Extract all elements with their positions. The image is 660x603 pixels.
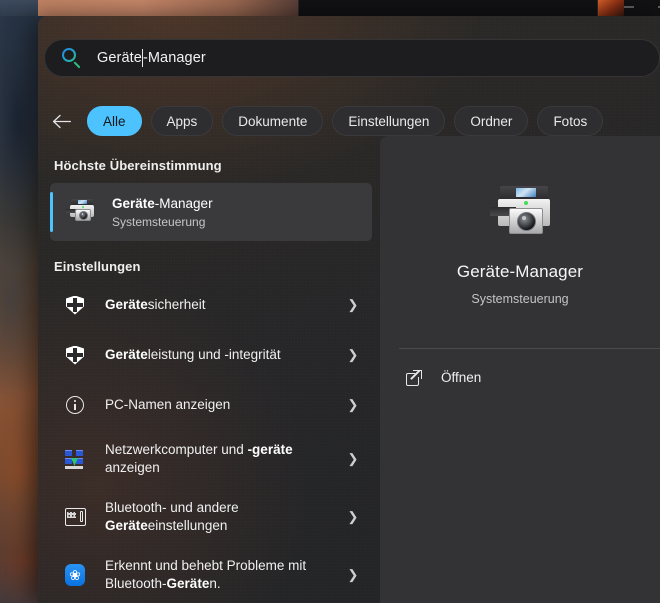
search-query-after-caret: -Manager <box>143 50 206 66</box>
windows-search-panel: Geräte -Manager Alle Apps Dokumente Eins… <box>38 16 660 603</box>
preview-subtitle: Systemsteuerung <box>380 292 660 306</box>
search-icon-handle <box>73 61 80 68</box>
open-button[interactable]: Öffnen <box>388 358 652 396</box>
preview-pane: Geräte-Manager Systemsteuerung Öffnen <box>380 136 660 603</box>
chevron-right-icon[interactable]: ❯ <box>346 509 360 525</box>
strip-dark-window <box>298 0 598 16</box>
bluetooth-devices-settings-icon <box>64 506 86 528</box>
search-box[interactable]: Geräte -Manager <box>44 39 660 77</box>
chevron-right-icon[interactable]: ❯ <box>346 451 360 467</box>
result-label-rest: sicherheit <box>148 297 206 312</box>
result-item-pc-namen-anzeigen[interactable]: PC-Namen anzeigen ❯ <box>50 380 372 430</box>
search-icon-glass <box>62 48 76 62</box>
shield-icon <box>64 344 86 366</box>
result-label-line1: Erkennt und behebt Probleme mit <box>105 558 306 573</box>
result-item-netzwerkcomputer[interactable]: Netzwerkcomputer und -geräte anzeigen ❯ <box>50 430 372 488</box>
open-button-label: Öffnen <box>441 370 481 385</box>
tab-apps[interactable]: Apps <box>151 106 214 136</box>
result-item-geraeteleistung[interactable]: Geräteleistung und -integrität ❯ <box>50 330 372 380</box>
result-label-line2-prefix: Bluetooth- <box>105 576 167 591</box>
chevron-right-icon[interactable]: ❯ <box>346 347 360 363</box>
result-item-bluetooth-troubleshooter[interactable]: ❀ Erkennt und behebt Probleme mit Blueto… <box>50 546 372 603</box>
strip-wallpaper-sliver <box>0 0 38 16</box>
result-label: Erkennt und behebt Probleme mit Bluetoot… <box>105 557 346 593</box>
result-label: Gerätesicherheit <box>105 296 346 314</box>
selection-accent-bar <box>50 192 53 232</box>
strip-fire-thumbnail <box>598 0 624 16</box>
result-item-bluetooth-geraeteeinstellungen[interactable]: Bluetooth- und andere Geräteeinstellunge… <box>50 488 372 546</box>
device-manager-icon <box>490 186 554 244</box>
background-windows-strip <box>0 0 660 16</box>
result-item-device-manager[interactable]: Geräte-Manager Systemsteuerung <box>50 183 372 241</box>
search-query-before-caret: Geräte <box>97 50 142 66</box>
result-label: Geräteleistung und -integrität <box>105 346 346 364</box>
result-label-line1: Netzwerkcomputer und <box>105 442 248 457</box>
result-label-match: Geräte <box>105 297 148 312</box>
result-text-block: Geräte-Manager Systemsteuerung <box>112 195 213 230</box>
result-label-line2-rest: n. <box>209 576 220 591</box>
strip-taskbar-dark <box>624 0 660 16</box>
tab-fotos[interactable]: Fotos <box>537 106 603 136</box>
result-label-line2-rest: einstellungen <box>148 518 228 533</box>
result-label: PC-Namen anzeigen <box>105 396 346 414</box>
result-subtitle: Systemsteuerung <box>112 214 213 230</box>
result-label: Netzwerkcomputer und -geräte anzeigen <box>105 441 346 477</box>
info-circle-icon <box>64 394 86 416</box>
strip-warm-window <box>38 0 298 16</box>
back-button[interactable] <box>44 106 78 136</box>
filter-tabs-row: Alle Apps Dokumente Einstellungen Ordner… <box>44 104 603 138</box>
network-computers-icon <box>64 448 86 470</box>
preview-title: Geräte-Manager <box>380 262 660 282</box>
result-label: Bluetooth- und andere Geräteeinstellunge… <box>105 499 346 535</box>
shield-icon <box>64 294 86 316</box>
section-header-settings: Einstellungen <box>44 241 378 280</box>
results-column: Höchste Übereinstimmung Geräte-Manager S… <box>44 148 378 603</box>
preview-divider <box>399 348 660 349</box>
result-label-match: Geräte <box>105 347 148 362</box>
chevron-right-icon[interactable]: ❯ <box>346 297 360 313</box>
result-item-geraetesicherheit[interactable]: Gerätesicherheit ❯ <box>50 280 372 330</box>
tab-alle[interactable]: Alle <box>87 106 142 136</box>
result-title-rest: -Manager <box>155 196 213 211</box>
result-label-match: -geräte <box>248 442 293 457</box>
result-label-line1: Bluetooth- und andere <box>105 500 239 515</box>
arrow-left-icon <box>52 114 71 129</box>
result-label-line2: anzeigen <box>105 460 160 475</box>
result-label-match: Geräte <box>167 576 210 591</box>
chevron-right-icon[interactable]: ❯ <box>346 397 360 413</box>
chevron-right-icon[interactable]: ❯ <box>346 567 360 583</box>
device-manager-icon <box>66 199 96 225</box>
tab-dokumente[interactable]: Dokumente <box>222 106 323 136</box>
search-icon <box>61 47 83 69</box>
open-external-icon <box>406 369 423 386</box>
tab-einstellungen[interactable]: Einstellungen <box>332 106 445 136</box>
search-input[interactable]: Geräte -Manager <box>97 49 206 67</box>
result-label-rest: leistung und -integrität <box>148 347 281 362</box>
result-title-match: Geräte <box>112 196 155 211</box>
bluetooth-badge-icon: ❀ <box>64 564 86 586</box>
result-title: Geräte-Manager <box>112 195 213 212</box>
result-label-match: Geräte <box>105 518 148 533</box>
tab-ordner[interactable]: Ordner <box>454 106 528 136</box>
section-header-best-match: Höchste Übereinstimmung <box>44 148 378 179</box>
